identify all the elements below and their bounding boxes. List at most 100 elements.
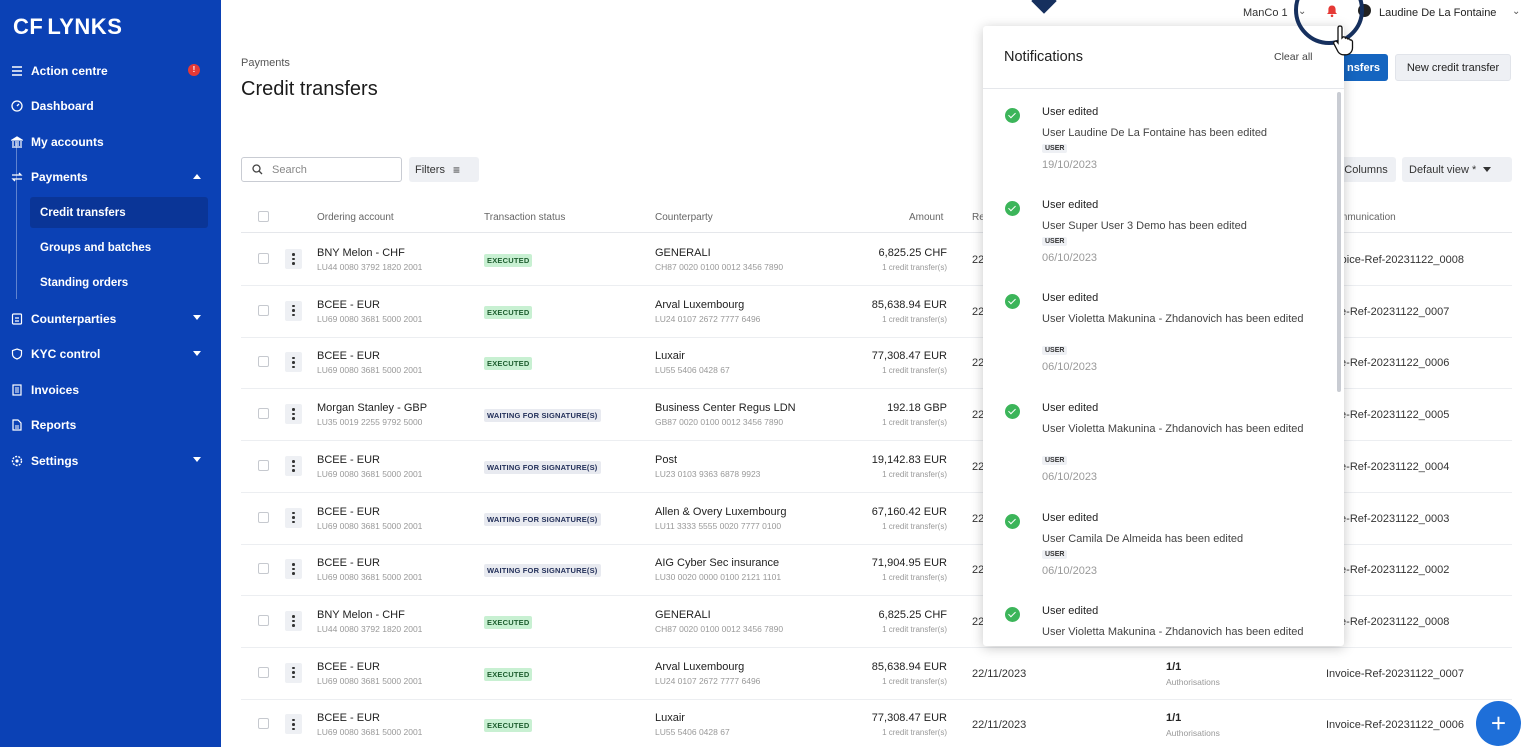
col-amount[interactable]: Amount bbox=[909, 212, 943, 223]
row-checkbox[interactable] bbox=[258, 666, 269, 678]
sidebar-subitem-groups-and-batches[interactable]: Groups and batches bbox=[0, 230, 221, 266]
add-fab-button[interactable]: + bbox=[1476, 701, 1521, 746]
col-counterparty[interactable]: Counterparty bbox=[655, 212, 713, 223]
row-actions-kebab-icon[interactable] bbox=[285, 455, 302, 476]
notifications-scrollbar[interactable] bbox=[1337, 92, 1341, 392]
table-row[interactable]: BCEE - EUR LU69 0080 3681 5000 2001 EXECUT… bbox=[241, 648, 1512, 700]
sidebar-item-dashboard[interactable]: Dashboard bbox=[0, 89, 221, 125]
chevron-down-icon[interactable]: ⌄ bbox=[1512, 6, 1520, 17]
row-checkbox[interactable] bbox=[258, 253, 269, 264]
amount-value: 6,825.25 CHF bbox=[878, 608, 947, 621]
col-communication[interactable]: mmunication bbox=[1339, 212, 1396, 223]
sidebar-item-kyc-control[interactable]: KYC control bbox=[0, 337, 221, 373]
row-actions-kebab-icon[interactable] bbox=[285, 404, 302, 425]
sidebar-item-settings[interactable]: Settings bbox=[0, 443, 221, 479]
counterparty-iban: LU24 0107 2672 7777 6496 bbox=[655, 313, 761, 324]
filters-button[interactable]: Filters ≡ bbox=[409, 157, 479, 182]
sidebar-subitem-standing-orders[interactable]: Standing orders bbox=[0, 266, 221, 302]
row-actions-kebab-icon[interactable] bbox=[285, 559, 302, 580]
communication-text: oice-Ref-20231122_0005 bbox=[1326, 409, 1450, 422]
bank-icon bbox=[10, 135, 24, 149]
notification-item[interactable]: User edited User Violetta Makunina - Zhda… bbox=[983, 386, 1323, 496]
row-actions-kebab-icon[interactable] bbox=[285, 249, 302, 269]
counterparty-iban: CH87 0020 0100 0012 3456 7890 bbox=[655, 262, 784, 272]
amount-count: 1 credit transfer(s) bbox=[882, 676, 947, 686]
row-actions-kebab-icon[interactable] bbox=[285, 352, 302, 373]
sidebar-item-my-accounts[interactable]: My accounts bbox=[0, 124, 221, 160]
amount-count: 1 credit transfer(s) bbox=[882, 728, 947, 738]
clear-all-button[interactable]: Clear all bbox=[1274, 51, 1313, 63]
amount-value: 77,308.47 EUR bbox=[871, 712, 947, 725]
app-logo[interactable]: CF LYNKS bbox=[13, 14, 122, 40]
row-checkbox[interactable] bbox=[258, 408, 269, 420]
invoice-icon bbox=[10, 383, 24, 397]
notification-title: User edited bbox=[1042, 402, 1099, 414]
sidebar-item-invoices[interactable]: Invoices bbox=[0, 372, 221, 408]
counterparty-name: AIG Cyber Sec insurance bbox=[655, 557, 780, 570]
communication-text: oice-Ref-20231122_0004 bbox=[1326, 460, 1450, 473]
user-menu[interactable]: Laudine De La Fontaine bbox=[1379, 7, 1496, 19]
notifications-panel: Notifications Clear all User edited User … bbox=[983, 26, 1344, 646]
columns-button[interactable]: Columns bbox=[1336, 157, 1396, 182]
ordering-account-iban: LU69 0080 3681 5000 2001 bbox=[317, 313, 423, 324]
status-badge: WAITING FOR SIGNATURE(S) bbox=[484, 460, 601, 474]
counterparty-iban: GB87 0020 0100 0012 3456 7890 bbox=[655, 417, 784, 428]
sidebar-item-label: Dashboard bbox=[31, 99, 94, 114]
amount-value: 192.18 GBP bbox=[887, 402, 947, 415]
row-actions-kebab-icon[interactable] bbox=[285, 714, 302, 735]
notification-title: User edited bbox=[1042, 199, 1099, 211]
notification-text: User Laudine De La Fontaine has been edi… bbox=[1042, 127, 1268, 139]
row-checkbox[interactable] bbox=[258, 304, 269, 316]
sidebar-subitem-credit-transfers[interactable]: Credit transfers bbox=[30, 197, 208, 228]
tutorial-pointer bbox=[1031, 0, 1057, 14]
notification-date: 06/10/2023 bbox=[1042, 361, 1098, 373]
table-row[interactable]: BCEE - EUR LU69 0080 3681 5000 2001 EXECUT… bbox=[241, 699, 1512, 747]
notification-tag: USER bbox=[1042, 237, 1068, 246]
page-title: Credit transfers bbox=[241, 78, 378, 100]
sidebar-item-counterparties[interactable]: Counterparties bbox=[0, 301, 221, 337]
notification-item[interactable]: User edited User Violetta Makunina - Zhda… bbox=[983, 589, 1323, 646]
new-credit-transfer-button[interactable]: New credit transfer bbox=[1395, 54, 1511, 81]
notifications-header: Notifications Clear all bbox=[983, 26, 1344, 89]
notifications-list[interactable]: User edited User Laudine De La Fontaine h… bbox=[983, 90, 1344, 646]
amount-count: 1 credit transfer(s) bbox=[882, 521, 947, 531]
filter-icon: ≡ bbox=[452, 162, 460, 177]
chevron-down-icon bbox=[193, 457, 201, 462]
row-checkbox[interactable] bbox=[258, 614, 269, 626]
amount-value: 19,142.83 EUR bbox=[871, 453, 947, 466]
contact-icon bbox=[10, 312, 24, 326]
sidebar-item-reports[interactable]: Reports bbox=[0, 408, 221, 444]
amount-count: 1 credit transfer(s) bbox=[882, 624, 947, 634]
sidebar-item-payments[interactable]: Payments bbox=[0, 160, 221, 196]
notification-title: User edited bbox=[1042, 605, 1099, 617]
select-all-checkbox[interactable] bbox=[258, 211, 269, 222]
status-badge: EXECUTED bbox=[484, 719, 533, 733]
row-checkbox[interactable] bbox=[258, 511, 269, 523]
notification-text: User Violetta Makunina - Zhdanovich has … bbox=[1042, 313, 1304, 325]
manco-selector[interactable]: ManCo 1 bbox=[1243, 7, 1288, 19]
search-input[interactable]: Search bbox=[241, 157, 402, 182]
caret-down-icon bbox=[1483, 167, 1492, 172]
communication-text: oice-Ref-20231122_0002 bbox=[1326, 564, 1450, 577]
sidebar-item-action-centre[interactable]: Action centre ! bbox=[0, 53, 221, 89]
amount-count: 1 credit transfer(s) bbox=[882, 418, 947, 428]
amount-count: 1 credit transfer(s) bbox=[882, 469, 947, 479]
notification-item[interactable]: User edited User Violetta Makunina - Zhda… bbox=[983, 276, 1323, 386]
breadcrumb[interactable]: Payments bbox=[241, 57, 290, 69]
row-checkbox[interactable] bbox=[258, 459, 269, 471]
ordering-account-iban: LU69 0080 3681 5000 2001 bbox=[317, 520, 423, 531]
row-checkbox[interactable] bbox=[258, 718, 269, 730]
row-checkbox[interactable] bbox=[258, 356, 269, 368]
counterparty-name: Allen & Overy Luxembourg bbox=[655, 505, 787, 518]
ordering-account-name: BNY Melon - CHF bbox=[317, 608, 405, 621]
search-placeholder: Search bbox=[272, 163, 307, 176]
row-actions-kebab-icon[interactable] bbox=[285, 507, 302, 528]
ordering-account-name: BCEE - EUR bbox=[317, 557, 380, 570]
view-selector[interactable]: Default view * bbox=[1402, 157, 1512, 182]
row-actions-kebab-icon[interactable] bbox=[285, 300, 302, 321]
col-transaction-status[interactable]: Transaction status bbox=[484, 212, 565, 223]
row-actions-kebab-icon[interactable] bbox=[285, 610, 302, 631]
row-actions-kebab-icon[interactable] bbox=[285, 662, 302, 683]
row-checkbox[interactable] bbox=[258, 563, 269, 575]
col-ordering-account[interactable]: Ordering account bbox=[317, 212, 394, 223]
